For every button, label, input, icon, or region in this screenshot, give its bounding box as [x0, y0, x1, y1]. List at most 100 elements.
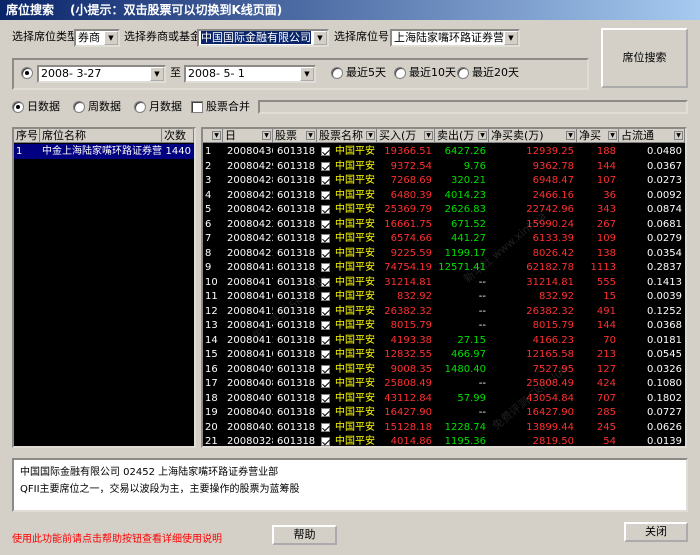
chevron-down-icon[interactable]: ▼ [478, 131, 487, 140]
stock-code-cell: 601318 [277, 392, 316, 404]
net-cell: 8015.79 [532, 320, 574, 331]
chevron-down-icon[interactable]: ▼ [366, 131, 375, 140]
col-header-float-ratio[interactable]: 占流通 ▼ [619, 129, 685, 143]
monthly-radio[interactable] [134, 101, 146, 113]
col-header-index[interactable]: ▼ [203, 129, 223, 143]
custom-range-radio[interactable] [21, 67, 33, 79]
table-row[interactable]: 6 20080423 601318 中国平安 16661.75 671.52 15990.2… [203, 217, 685, 232]
table-row[interactable]: 1 20080430 601318 中国平安 19366.51 6427.26 12939.… [203, 144, 685, 159]
seat-type-label: 选择席位类型 [12, 30, 78, 43]
row-checkbox[interactable] [321, 422, 330, 432]
start-date-picker[interactable]: 2008- 3-27 ▼ [37, 65, 166, 83]
col-header-net[interactable]: 净买卖(万) ▼ [489, 129, 577, 143]
row-checkbox[interactable] [321, 161, 330, 171]
sell-cell: 27.15 [457, 334, 486, 346]
daily-radio[interactable] [12, 101, 24, 113]
recent5-radio[interactable] [331, 67, 343, 79]
sell-cell: 6427.26 [444, 146, 486, 157]
row-checkbox[interactable] [321, 205, 330, 214]
table-row[interactable]: 12 20080415 601318 中国平安 26382.32 -- 26382.32 49… [203, 304, 685, 319]
end-date-picker[interactable]: 2008- 5- 1 ▼ [184, 65, 316, 83]
row-index-cell: 16 [205, 363, 218, 375]
table-row[interactable]: 15 20080410 601318 中国平安 12832.55 466.97 12165.… [203, 347, 685, 362]
table-row[interactable]: 4 20080425 601318 中国平安 6480.39 4014.23 2466.16… [203, 188, 685, 203]
chevron-down-icon[interactable]: ▼ [150, 67, 164, 81]
table-row[interactable]: 20 20080402 601318 中国平安 15128.18 1228.74 13899… [203, 420, 685, 435]
table-row[interactable]: 7 20080422 601318 中国平安 6574.66 441.27 6133.39 1… [203, 231, 685, 246]
row-checkbox[interactable] [321, 306, 330, 316]
seat-no-select[interactable]: 上海陆家嘴环路证券营业 ▼ [390, 29, 520, 47]
chevron-down-icon[interactable]: ▼ [262, 131, 271, 140]
row-checkbox[interactable] [321, 321, 330, 330]
table-row[interactable]: 10 20080417 601318 中国平安 31214.81 -- 31214.81 55… [203, 275, 685, 290]
table-row[interactable]: 9 20080418 601318 中国平安 74754.19 12571.41 62182… [203, 260, 685, 275]
col-header-sell[interactable]: 卖出(万 ▼ [435, 129, 489, 143]
col-header-net-volume[interactable]: 净买 ▼ [577, 129, 619, 143]
chevron-down-icon[interactable]: ▼ [212, 131, 221, 140]
col-header-no[interactable]: 序号 [14, 129, 40, 143]
close-button[interactable]: 关闭 [624, 522, 688, 542]
row-checkbox[interactable] [321, 248, 330, 258]
col-header-count[interactable]: 次数 [162, 129, 194, 143]
row-checkbox[interactable] [321, 292, 330, 301]
net-cell: 7527.95 [532, 363, 574, 375]
row-checkbox[interactable] [321, 219, 330, 229]
weekly-radio[interactable] [73, 101, 85, 113]
broker-select[interactable]: 中国国际金融有限公司 ▼ [197, 29, 329, 47]
row-checkbox[interactable] [321, 176, 330, 185]
table-row[interactable]: 14 20080411 601318 中国平安 4193.38 27.15 4166.23 7… [203, 333, 685, 348]
row-checkbox[interactable] [321, 234, 330, 243]
table-row[interactable]: 2 20080429 601318 中国平安 9372.54 9.76 9362.78 144… [203, 159, 685, 174]
row-checkbox[interactable] [321, 147, 330, 156]
sell-cell: 12571.41 [438, 262, 486, 273]
table-row[interactable]: 5 20080424 601318 中国平安 25369.79 2626.83 22742.… [203, 202, 685, 217]
stock-code-cell: 601318 [277, 378, 316, 389]
recent20-radio[interactable] [457, 67, 469, 79]
table-row[interactable]: 3 20080428 601318 中国平安 7268.69 320.21 6948.47 1… [203, 173, 685, 188]
chevron-down-icon[interactable]: ▼ [306, 131, 315, 140]
table-row[interactable]: 17 20080408 601318 中国平安 25808.49 -- 25808.49 42… [203, 376, 685, 391]
recent10-radio[interactable] [394, 67, 406, 79]
row-checkbox[interactable] [321, 350, 330, 359]
seat-name-cell: 中金上海陆家嘴环路证券营 [42, 146, 162, 157]
col-header-date[interactable]: 日 ▼ [223, 129, 273, 143]
table-row[interactable]: 8 20080421 601318 中国平安 9225.59 1199.17 8026.42… [203, 246, 685, 261]
row-checkbox[interactable] [321, 335, 330, 345]
help-button[interactable]: 帮助 [272, 525, 337, 545]
row-checkbox[interactable] [321, 364, 330, 374]
chevron-down-icon[interactable]: ▼ [608, 131, 617, 140]
col-header-seat-name[interactable]: 席位名称 [40, 129, 162, 143]
chevron-down-icon[interactable]: ▼ [313, 31, 327, 45]
table-row[interactable]: 19 20080403 601318 中国平安 16427.90 -- 16427.90 28… [203, 405, 685, 420]
row-checkbox[interactable] [321, 379, 330, 388]
table-row[interactable]: 16 20080409 601318 中国平安 9008.35 1480.40 7527.9… [203, 362, 685, 377]
row-checkbox[interactable] [321, 277, 330, 287]
stock-code-cell: 601318 [277, 363, 316, 375]
table-row[interactable]: 18 20080407 601318 中国平安 43112.84 57.99 43054.8… [203, 391, 685, 406]
table-row[interactable]: 11 20080416 601318 中国平安 832.92 -- 832.92 15 0.00… [203, 289, 685, 304]
date-cell: 20080429 [227, 160, 273, 172]
table-row[interactable]: 13 20080414 601318 中国平安 8015.79 -- 8015.79 144 0… [203, 318, 685, 333]
chevron-down-icon[interactable]: ▼ [504, 31, 518, 45]
table-row[interactable]: 21 20080328 601318 中国平安 4014.86 1195.36 2819.5… [203, 434, 685, 446]
chevron-down-icon[interactable]: ▼ [300, 67, 314, 81]
seat-type-select[interactable]: 券商 ▼ [74, 29, 120, 47]
row-checkbox[interactable] [321, 437, 330, 446]
stock-name-cell: 中国平安 [335, 392, 375, 404]
col-header-stock-name[interactable]: 股票名称 ▼ [317, 129, 377, 143]
chevron-down-icon[interactable]: ▼ [104, 31, 118, 45]
buy-cell: 31214.81 [384, 276, 432, 288]
seat-search-button[interactable]: 席位搜索 [601, 28, 688, 88]
col-header-stock[interactable]: 股票 ▼ [273, 129, 317, 143]
chevron-down-icon[interactable]: ▼ [566, 131, 575, 140]
stock-name-cell: 中国平安 [335, 276, 375, 288]
row-checkbox[interactable] [321, 190, 330, 200]
row-checkbox[interactable] [321, 393, 330, 403]
chevron-down-icon[interactable]: ▼ [674, 131, 683, 140]
table-row[interactable]: 1 中金上海陆家嘴环路证券营 1440 [14, 144, 194, 159]
col-header-buy[interactable]: 买入(万 ▼ [377, 129, 435, 143]
row-checkbox[interactable] [321, 263, 330, 272]
chevron-down-icon[interactable]: ▼ [424, 131, 433, 140]
merge-stocks-checkbox[interactable] [191, 101, 203, 113]
row-checkbox[interactable] [321, 408, 330, 417]
